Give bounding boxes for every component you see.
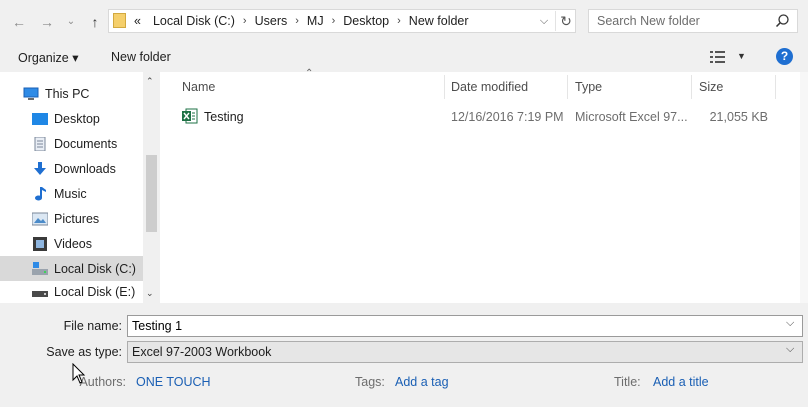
drive-c-icon	[32, 261, 48, 275]
save-as-type-dropdown-icon[interactable]: ⌵	[786, 343, 794, 356]
desktop-icon	[32, 112, 48, 125]
title-label: Title:	[614, 375, 641, 389]
breadcrumb-new-folder[interactable]: New folder	[403, 14, 475, 28]
help-icon[interactable]: ?	[776, 48, 793, 65]
file-date-cell: 12/16/2016 7:19 PM	[451, 110, 564, 124]
filename-input[interactable]	[128, 316, 791, 336]
nav-item-music[interactable]: Music	[0, 181, 143, 206]
scroll-up-icon[interactable]: ⌃	[146, 76, 154, 87]
pc-icon	[23, 87, 39, 100]
nav-item-label: Local Disk (C:)	[54, 261, 136, 276]
mouse-cursor-icon	[72, 363, 86, 384]
column-header-date-modified[interactable]: Date modified	[451, 80, 528, 94]
address-dropdown-icon[interactable]: ⌵	[535, 11, 553, 31]
tags-value[interactable]: Add a tag	[395, 375, 449, 389]
nav-item-label: Pictures	[54, 211, 100, 226]
nav-item-documents[interactable]: Documents	[0, 131, 143, 156]
breadcrumb-local-disk-c[interactable]: Local Disk (C:)	[147, 14, 241, 28]
search-input[interactable]: Search New folder	[597, 14, 700, 28]
breadcrumb-mj[interactable]: MJ	[301, 14, 330, 28]
drive-e-icon	[32, 290, 48, 297]
column-header-name[interactable]: Name	[182, 80, 215, 94]
nav-item-label: This PC	[45, 86, 90, 101]
excel-file-icon	[182, 108, 198, 124]
downloads-icon	[34, 161, 46, 175]
folder-icon	[113, 13, 126, 28]
nav-item-label: Local Disk (E:)	[54, 284, 136, 299]
breadcrumb-separator-icon[interactable]: ›	[293, 15, 301, 27]
nav-item-pictures[interactable]: Pictures	[0, 206, 143, 231]
forward-arrow-icon[interactable]: →	[38, 12, 56, 32]
column-header-type[interactable]: Type	[575, 80, 602, 94]
nav-item-this-pc[interactable]: This PC	[0, 81, 143, 106]
file-name-cell[interactable]: Testing	[204, 110, 244, 124]
column-divider[interactable]	[444, 75, 445, 99]
save-as-type-value: Excel 97-2003 Workbook	[132, 345, 272, 359]
pictures-icon	[32, 212, 48, 225]
filename-dropdown-icon[interactable]: ⌵	[786, 317, 794, 330]
organize-button[interactable]: Organize ▾	[18, 50, 78, 65]
file-size-cell: 21,055 KB	[709, 110, 768, 124]
nav-item-downloads[interactable]: Downloads	[0, 156, 143, 181]
nav-item-videos[interactable]: Videos	[0, 231, 143, 256]
column-divider[interactable]	[775, 75, 776, 99]
nav-item-label: Videos	[54, 236, 92, 251]
refresh-icon[interactable]: ↻	[555, 11, 576, 31]
back-arrow-icon[interactable]: ←	[10, 12, 28, 32]
scrollbar-thumb[interactable]	[146, 155, 157, 232]
save-as-type-label: Save as type:	[46, 345, 122, 359]
nav-item-desktop[interactable]: Desktop	[0, 106, 143, 131]
column-header-size[interactable]: Size	[699, 80, 723, 94]
column-divider[interactable]	[691, 75, 692, 99]
nav-item-label: Desktop	[54, 111, 100, 126]
new-folder-button[interactable]: New folder	[111, 50, 171, 64]
sort-ascending-icon: ⌃	[305, 68, 314, 79]
nav-item-label: Music	[54, 186, 87, 201]
music-icon	[35, 186, 46, 200]
authors-value[interactable]: ONE TOUCH	[136, 375, 211, 389]
nav-item-label: Downloads	[54, 161, 116, 176]
column-divider[interactable]	[567, 75, 568, 99]
nav-item-local-disk-e[interactable]: Local Disk (E:)	[0, 279, 143, 304]
up-arrow-icon[interactable]: ↑	[86, 12, 104, 32]
file-list-scroll-edge	[800, 72, 808, 303]
title-value[interactable]: Add a title	[653, 375, 709, 389]
breadcrumb-separator-icon[interactable]: ›	[330, 15, 338, 27]
search-icon[interactable]	[773, 12, 791, 30]
breadcrumb-users[interactable]: Users	[249, 14, 294, 28]
scroll-down-icon[interactable]: ⌄	[146, 288, 154, 299]
breadcrumb-desktop[interactable]: Desktop	[337, 14, 395, 28]
breadcrumb: « Local Disk (C:) › Users › MJ › Desktop…	[134, 12, 475, 30]
recent-locations-chevron-icon[interactable]: ⌄	[62, 12, 80, 32]
view-options-icon[interactable]	[710, 50, 726, 64]
nav-item-local-disk-c[interactable]: Local Disk (C:)	[0, 256, 143, 281]
videos-icon	[33, 236, 47, 251]
breadcrumb-overflow[interactable]: «	[134, 14, 147, 28]
documents-icon	[34, 136, 46, 151]
view-dropdown-icon[interactable]: ▼	[737, 51, 746, 61]
breadcrumb-separator-icon[interactable]: ›	[395, 15, 403, 27]
file-type-cell: Microsoft Excel 97...	[575, 110, 688, 124]
tags-label: Tags:	[355, 375, 385, 389]
nav-item-label: Documents	[54, 136, 118, 151]
breadcrumb-separator-icon[interactable]: ›	[241, 15, 249, 27]
filename-label: File name:	[63, 319, 122, 333]
